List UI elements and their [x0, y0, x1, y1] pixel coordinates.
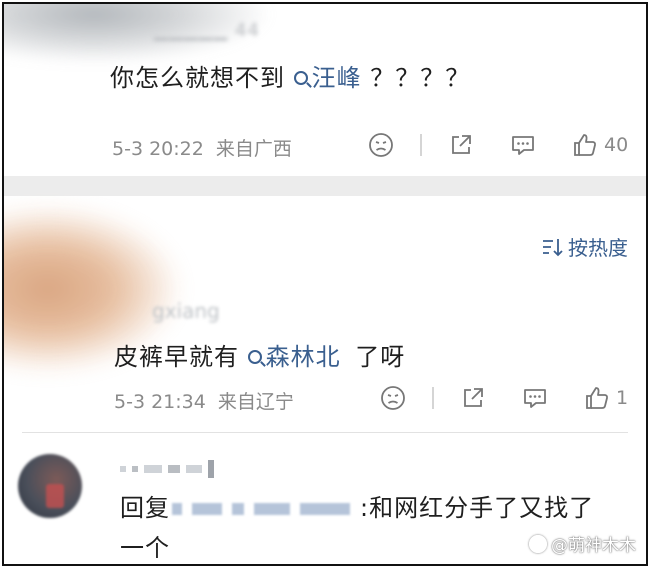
timestamp: 5-3 21:34	[114, 391, 206, 413]
divider	[420, 134, 422, 156]
avatar[interactable]	[18, 454, 82, 518]
reply-text: :和网红分手了又找了	[360, 494, 595, 522]
comment-actions: 1	[380, 383, 628, 413]
blurred-username: gxiang	[152, 299, 220, 323]
section-separator	[4, 176, 646, 196]
dislike-face-icon[interactable]	[380, 385, 406, 411]
comment-panel: ▁▁▁▁▁ 44 你怎么就想不到 汪峰 ？？？？ 5-3 20:22 来自广西 …	[2, 2, 648, 566]
comment-actions: 40	[368, 130, 628, 160]
share-icon[interactable]	[460, 385, 486, 411]
watermark-logo-icon	[529, 534, 547, 553]
topic-link[interactable]: 森林北	[247, 343, 341, 371]
comment-meta: 5-3 20:22 来自广西	[112, 134, 292, 161]
comment-text: 皮裤早就有	[114, 343, 239, 371]
blurred-username	[120, 460, 214, 478]
search-icon	[247, 350, 262, 364]
comment-text-tail: ？？？？	[370, 64, 471, 92]
watermark: @萌神木木	[529, 531, 636, 556]
sort-icon	[543, 238, 563, 256]
dislike-face-icon[interactable]	[368, 132, 394, 158]
comment-body: 皮裤早就有 森林北 了呀	[114, 337, 405, 372]
location: 来自广西	[215, 138, 292, 160]
comment-icon[interactable]	[522, 385, 548, 411]
search-icon	[293, 71, 308, 85]
comment-body: 你怎么就想不到 汪峰 ？？？？	[110, 58, 470, 93]
comment-text: 你怎么就想不到	[110, 64, 285, 92]
thumbs-up-icon[interactable]	[584, 385, 610, 411]
blurred-mention[interactable]	[170, 495, 360, 521]
like-count: 40	[604, 134, 629, 156]
reply-prefix: 回复	[120, 494, 170, 522]
divider	[432, 387, 434, 409]
reply-body: 回复 :和网红分手了又找了	[120, 488, 594, 523]
comment-text-tail: 了呀	[355, 343, 406, 371]
topic-link[interactable]: 汪峰	[293, 64, 362, 92]
share-icon[interactable]	[448, 132, 474, 158]
comment-icon[interactable]	[510, 132, 536, 158]
comment-meta: 5-3 21:34 来自辽宁	[114, 387, 294, 414]
timestamp: 5-3 20:22	[112, 138, 204, 160]
sort-by-hot-button[interactable]: 按热度	[542, 232, 628, 261]
thumbs-up-icon[interactable]	[572, 132, 598, 158]
location: 来自辽宁	[217, 391, 294, 413]
like-count: 1	[616, 387, 629, 409]
reply-text-line2: 一个	[120, 534, 170, 562]
divider	[22, 432, 628, 433]
blurred-username: ▁▁▁▁▁ 44	[154, 20, 260, 41]
sort-label: 按热度	[568, 236, 628, 260]
